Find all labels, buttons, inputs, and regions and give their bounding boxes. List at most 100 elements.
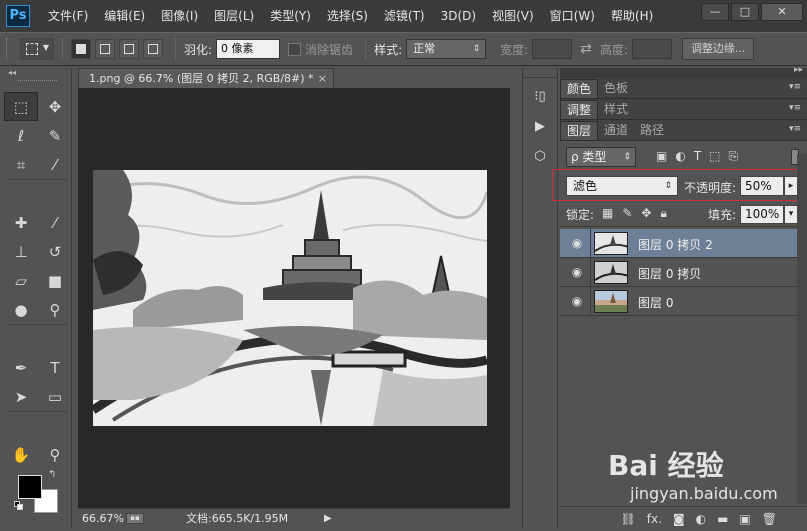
hand-tool-icon[interactable]: ✋ (4, 440, 38, 469)
toolbox-collapse-icon[interactable]: ◂◂ (4, 68, 71, 78)
dodge-tool-icon[interactable]: ⚲ (38, 295, 72, 324)
new-selection-button[interactable] (71, 39, 91, 59)
tab-color[interactable]: 颜色 (560, 79, 599, 98)
actions-panel-icon[interactable]: ▶ (526, 114, 554, 138)
tool-preset-picker[interactable]: ▼ (20, 38, 54, 60)
zoom-level[interactable]: 66.67% (82, 509, 124, 528)
menu-edit[interactable]: 编辑(E) (96, 0, 153, 32)
toolbox-grip[interactable] (18, 80, 57, 86)
lasso-tool-icon[interactable]: ℓ (4, 121, 38, 150)
clone-stamp-tool-icon[interactable]: ⊥ (4, 237, 38, 266)
shape-filter-icon[interactable]: ⬚ (709, 149, 720, 164)
tab-paths[interactable]: 路径 (634, 121, 670, 140)
type-tool-icon[interactable]: T (38, 353, 72, 382)
opacity-input[interactable]: 50% (740, 176, 784, 196)
opacity-dropdown-icon[interactable]: ▸ (784, 176, 798, 196)
layer-row[interactable]: ◉ 图层 0 (560, 287, 807, 316)
fill-dropdown-icon[interactable]: ▾ (784, 205, 798, 224)
refine-edge-button[interactable]: 调整边缘... (681, 38, 755, 60)
menu-filter[interactable]: 滤镜(T) (376, 0, 433, 32)
restore-button[interactable]: □ (731, 3, 759, 21)
rectangle-tool-icon[interactable]: ▭ (38, 382, 72, 411)
blend-mode-select[interactable]: 滤色 ⇕ (566, 176, 678, 196)
layers-scrollbar[interactable] (797, 154, 807, 504)
brush-tool-icon[interactable]: ⁄ (38, 208, 72, 237)
menu-file[interactable]: 文件(F) (40, 0, 96, 32)
intersect-selection-button[interactable] (143, 39, 163, 59)
close-tab-icon[interactable]: × (318, 69, 327, 88)
panel-collapse-strip[interactable]: ▸▸ (560, 65, 807, 78)
eyedropper-tool-icon[interactable]: ⁄ (38, 150, 72, 179)
screen-mode-icon[interactable]: ▣ (38, 523, 72, 531)
visibility-eye-icon[interactable]: ◉ (568, 236, 586, 250)
menu-type[interactable]: 类型(Y) (262, 0, 319, 32)
menu-image[interactable]: 图像(I) (153, 0, 206, 32)
antialias-checkbox[interactable] (288, 42, 302, 56)
visibility-eye-icon[interactable]: ◉ (568, 265, 586, 279)
history-brush-tool-icon[interactable]: ↺ (38, 237, 72, 266)
history-panel-icon[interactable]: ⁝▯ (526, 84, 554, 108)
swap-icon[interactable]: ⇄ (580, 41, 592, 57)
path-select-tool-icon[interactable]: ➤ (4, 382, 38, 411)
feather-input[interactable]: 0 像素 (216, 39, 281, 59)
menu-layer[interactable]: 图层(L) (206, 0, 262, 32)
width-input[interactable] (532, 39, 573, 59)
gradient-tool-icon[interactable]: ■ (38, 266, 72, 295)
default-colors-icon[interactable] (14, 501, 24, 511)
adjustment-filter-icon[interactable]: ◐ (675, 149, 685, 164)
layer-thumbnail (594, 232, 628, 255)
panel-menu-icon[interactable]: ▾≡ (789, 103, 801, 113)
foreground-color-swatch[interactable] (18, 475, 42, 499)
layer-row[interactable]: ◉ 图层 0 拷贝 2 (560, 229, 807, 258)
canvas-image[interactable] (93, 170, 487, 426)
layer-row[interactable]: ◉ 图层 0 拷贝 (560, 258, 807, 287)
add-selection-button[interactable] (95, 39, 115, 59)
zoom-preview-icon[interactable]: ▪▪ (126, 513, 144, 524)
tab-adjustments[interactable]: 调整 (560, 100, 599, 119)
fill-input[interactable]: 100% (740, 205, 784, 224)
pen-tool-icon[interactable]: ✒ (4, 353, 38, 382)
kind-filter-select[interactable]: ρ 类型 ⇕ (566, 147, 636, 167)
lock-position-icon[interactable]: ✥ (641, 206, 651, 221)
lock-image-icon[interactable]: ✎ (622, 206, 632, 221)
tab-channels[interactable]: 通道 (598, 121, 634, 140)
menu-help[interactable]: 帮助(H) (603, 0, 661, 32)
marquee-tool-icon[interactable]: ⬚ (4, 92, 38, 121)
blur-tool-icon[interactable]: ● (4, 295, 38, 324)
type-filter-icon[interactable]: T (694, 149, 701, 164)
quick-select-tool-icon[interactable]: ✎ (38, 121, 72, 150)
menu-3d[interactable]: 3D(D) (433, 0, 484, 32)
menu-view[interactable]: 视图(V) (484, 0, 542, 32)
height-input[interactable] (631, 39, 672, 59)
move-tool-icon[interactable]: ✥ (38, 92, 72, 121)
menu-select[interactable]: 选择(S) (319, 0, 376, 32)
quick-mask-icon[interactable]: ◙ (4, 523, 38, 531)
options-grip[interactable] (6, 38, 12, 60)
panel-menu-icon[interactable]: ▾≡ (789, 124, 801, 134)
document-tab[interactable]: 1.png @ 66.7% (图层 0 拷贝 2, RGB/8#) * × (78, 68, 334, 88)
close-button[interactable]: ✕ (761, 3, 803, 21)
3d-panel-icon[interactable]: ⬡ (526, 144, 554, 168)
crop-tool-icon[interactable]: ⌗ (4, 150, 38, 179)
layers-panel-tabs: 图层 通道 路径 ▾≡ (560, 120, 807, 141)
swap-colors-icon[interactable]: ↰ (48, 469, 56, 480)
pixel-filter-icon[interactable]: ▣ (656, 149, 667, 164)
visibility-eye-icon[interactable]: ◉ (568, 294, 586, 308)
dock-collapse-icon[interactable] (523, 68, 557, 78)
tab-layers[interactable]: 图层 (560, 121, 599, 140)
eraser-tool-icon[interactable]: ▱ (4, 266, 38, 295)
tab-styles[interactable]: 样式 (598, 100, 634, 119)
lock-transparent-icon[interactable]: ▦ (602, 206, 613, 221)
minimize-button[interactable]: — (701, 3, 729, 21)
style-select[interactable]: 正常 ⇕ (406, 39, 487, 59)
tab-swatches[interactable]: 色板 (598, 79, 634, 98)
subtract-selection-button[interactable] (119, 39, 139, 59)
panel-menu-icon[interactable]: ▾≡ (789, 82, 801, 92)
smart-object-filter-icon[interactable]: ⎘ (729, 149, 739, 164)
zoom-tool-icon[interactable]: ⚲ (38, 440, 72, 469)
status-menu-arrow[interactable]: ▶ (324, 509, 332, 528)
menu-window[interactable]: 窗口(W) (542, 0, 603, 32)
healing-brush-tool-icon[interactable]: ✚ (4, 208, 38, 237)
lock-all-icon[interactable]: 🔒︎ (660, 206, 666, 221)
canvas-area[interactable] (78, 88, 510, 508)
